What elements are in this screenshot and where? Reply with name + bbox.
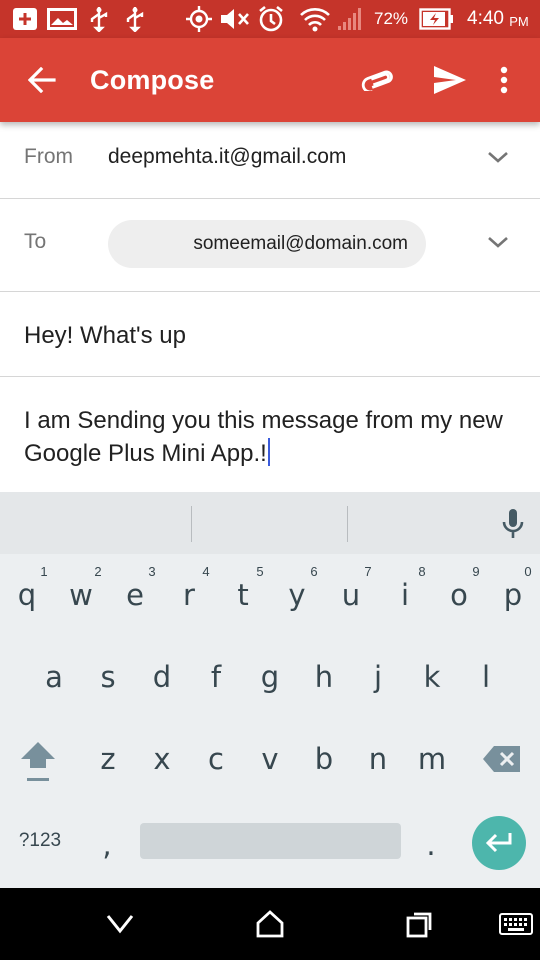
clock-time: 4:40 xyxy=(467,8,504,29)
key-p[interactable]: p xyxy=(486,578,540,612)
suggestion-divider xyxy=(191,506,192,542)
key-hint: 5 xyxy=(256,564,264,579)
battery-percent: 72% xyxy=(373,9,409,28)
key-comma[interactable]: , xyxy=(80,828,134,862)
suggestion-strip[interactable] xyxy=(0,492,540,554)
subject-text[interactable]: Hey! What's up xyxy=(24,322,186,350)
home-icon[interactable] xyxy=(250,906,290,942)
key-t[interactable]: t xyxy=(216,578,270,612)
key-n[interactable]: n xyxy=(351,742,405,776)
key-hint: 7 xyxy=(364,564,372,579)
attach-icon[interactable] xyxy=(358,38,398,122)
send-icon[interactable] xyxy=(428,38,472,122)
key-k[interactable]: k xyxy=(405,660,459,694)
space-bar[interactable] xyxy=(140,823,401,859)
wifi-icon xyxy=(298,0,332,38)
key-q[interactable]: q xyxy=(0,578,54,612)
key-w[interactable]: w xyxy=(54,578,108,612)
enter-button[interactable] xyxy=(472,816,526,870)
key-h[interactable]: h xyxy=(297,660,351,694)
back-icon[interactable] xyxy=(100,906,140,942)
shift-icon[interactable] xyxy=(16,740,60,790)
nav-bar xyxy=(0,888,540,960)
key-r[interactable]: r xyxy=(162,578,216,612)
backspace-icon[interactable] xyxy=(482,744,522,774)
key-hint: 3 xyxy=(148,564,156,579)
key-g[interactable]: g xyxy=(243,660,297,694)
key-y[interactable]: y xyxy=(270,578,324,612)
from-label: From xyxy=(24,145,73,168)
symbols-key[interactable]: ?123 xyxy=(8,830,72,852)
from-value[interactable]: deepmehta.it@gmail.com xyxy=(108,145,346,169)
gps-icon xyxy=(184,0,214,38)
key-j[interactable]: j xyxy=(351,660,405,694)
key-u[interactable]: u xyxy=(324,578,378,612)
page-title: Compose xyxy=(90,64,215,95)
text-cursor xyxy=(267,438,270,466)
chevron-down-icon[interactable] xyxy=(484,143,512,171)
key-period[interactable]: . xyxy=(404,828,458,862)
key-m[interactable]: m xyxy=(405,742,459,776)
usb-icon xyxy=(86,0,112,38)
microphone-icon[interactable] xyxy=(498,506,528,542)
key-hint: 8 xyxy=(418,564,426,579)
status-bar: 72% 4:40 PM xyxy=(0,0,540,38)
suggestion-divider xyxy=(347,506,348,542)
keyboard-icon[interactable] xyxy=(496,906,536,942)
key-hint: 0 xyxy=(524,564,532,579)
battery-charging-icon xyxy=(418,0,454,38)
key-hint: 6 xyxy=(310,564,318,579)
key-d[interactable]: d xyxy=(135,660,189,694)
key-c[interactable]: c xyxy=(189,742,243,776)
key-z[interactable]: z xyxy=(81,742,135,776)
key-b[interactable]: b xyxy=(297,742,351,776)
image-icon xyxy=(46,0,78,38)
key-e[interactable]: e xyxy=(108,578,162,612)
recipient-chip[interactable]: someemail@domain.com xyxy=(108,220,426,268)
key-s[interactable]: s xyxy=(81,660,135,694)
key-hint: 2 xyxy=(94,564,102,579)
key-i[interactable]: i xyxy=(378,578,432,612)
add-box-icon xyxy=(10,0,40,38)
key-a[interactable]: a xyxy=(27,660,81,694)
body-text: I am Sending you this message from my ne… xyxy=(24,407,503,467)
to-label: To xyxy=(24,230,47,253)
key-v[interactable]: v xyxy=(243,742,297,776)
key-hint: 9 xyxy=(472,564,480,579)
more-vert-icon[interactable] xyxy=(490,38,518,122)
key-o[interactable]: o xyxy=(432,578,486,612)
app-bar: Compose xyxy=(0,38,540,122)
enter-icon xyxy=(485,833,512,853)
keyboard: q w e r t y u i o p 1 2 3 4 5 6 7 8 9 0 … xyxy=(0,492,540,888)
key-x[interactable]: x xyxy=(135,742,189,776)
key-hint: 1 xyxy=(40,564,48,579)
mute-icon xyxy=(218,0,252,38)
usb-icon xyxy=(122,0,148,38)
chevron-down-icon[interactable] xyxy=(484,228,512,256)
back-arrow-icon[interactable] xyxy=(20,38,64,122)
body-field[interactable]: I am Sending you this message from my ne… xyxy=(24,404,524,470)
signal-icon xyxy=(334,0,366,38)
clock-ampm: PM xyxy=(509,13,529,29)
key-f[interactable]: f xyxy=(189,660,243,694)
key-hint: 4 xyxy=(202,564,210,579)
alarm-icon xyxy=(256,0,286,38)
recents-icon[interactable] xyxy=(400,906,440,942)
key-l[interactable]: l xyxy=(459,660,513,694)
